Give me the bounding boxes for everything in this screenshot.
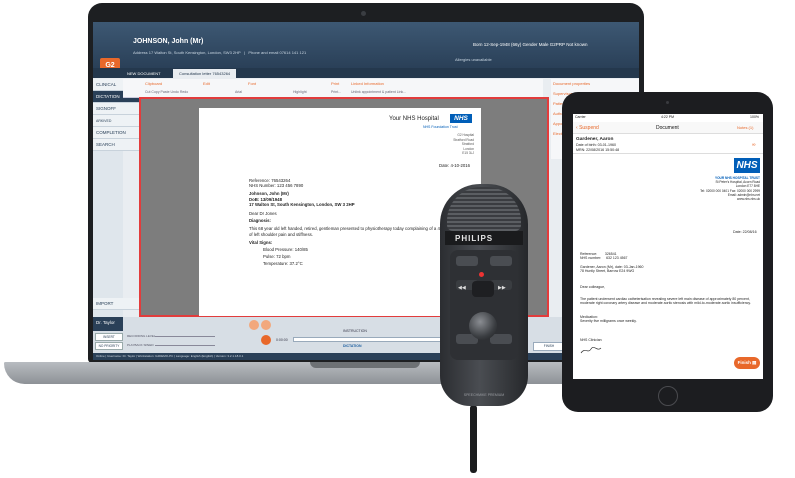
trackball[interactable]: [469, 312, 497, 340]
user-name: Dr. Taylor: [96, 320, 115, 325]
tab-consultation-letter[interactable]: Consultation letter 76543264: [173, 69, 237, 78]
link-icon[interactable]: ∞: [752, 142, 756, 148]
microphone-cable: [470, 405, 477, 473]
signature: [580, 346, 602, 354]
toolbar-linked[interactable]: Linked Information: [351, 81, 384, 86]
hospital-address: G2 Hospital Stratford Road Stratford London…: [453, 133, 474, 155]
philips-logo: PHILIPS: [455, 234, 494, 243]
laptop-screen: G2 JOHNSON, John (Mr) Address 17 Walton …: [93, 22, 639, 360]
letter-date: Date: 4-10-2016: [439, 163, 471, 168]
patient-mrn-tablet: MRN: 22/08/2016 15:50:48: [576, 148, 620, 152]
f2-button[interactable]: [490, 334, 512, 344]
status-text: Online | Username: Dr. Taylor | Workstat…: [96, 354, 244, 358]
document-icon: ▤: [752, 360, 757, 365]
nav-import[interactable]: IMPORT: [93, 298, 139, 310]
document-title: Document: [656, 125, 679, 131]
greeting-tablet: Dear colleague,: [580, 285, 606, 289]
suspend-button[interactable]: ‹ Suspend: [576, 125, 599, 131]
insert-button[interactable]: INSERT: [95, 333, 123, 341]
record-button[interactable]: [249, 320, 259, 330]
patient-address: Address 17 Walton St, South Kensington, …: [133, 50, 307, 55]
nav-arkived[interactable]: ARKIVED: [93, 115, 139, 127]
control-panel: [450, 250, 518, 360]
tablet-status-bar: Carrier 4:22 PM 100%: [575, 115, 759, 119]
nhs-logo-tablet: NHS: [734, 158, 760, 173]
highlight-button[interactable]: Highlight: [293, 90, 307, 94]
tablet-camera: [666, 101, 669, 104]
hospital-name: Your NHS Hospital: [389, 116, 439, 122]
patient-dob-tablet: Date of birth: 03-01-1960: [576, 143, 616, 147]
toolbar-print[interactable]: Print: [331, 81, 339, 86]
finish-button[interactable]: FINISH: [533, 342, 565, 351]
recording-level-slider[interactable]: [155, 336, 215, 337]
laptop-camera: [361, 11, 366, 16]
priority-button[interactable]: NO PRIORITY: [95, 342, 123, 350]
nav-signoff[interactable]: SIGNOFF: [93, 103, 139, 115]
trust-name: NHS Foundation Trust: [423, 125, 458, 129]
toolbar-clipboard-actions[interactable]: Cut Copy Paste Undo Redo: [145, 90, 188, 94]
record-indicator[interactable]: [479, 272, 484, 277]
rewind-icon: ◀◀: [458, 285, 466, 291]
allergies-status: Allergies unavailable: [455, 57, 492, 62]
instruction-label: INSTRUCTION: [343, 329, 367, 333]
speechmike-logo: SPEECHMIKE PREMIUM: [463, 393, 505, 397]
letter-date-tablet: Date: 22/08/16: [733, 230, 757, 234]
tab-new-document[interactable]: NEW DOCUMENT: [121, 69, 167, 78]
playback-speed-label: PLAYBACK SPEED: [127, 343, 154, 347]
patient-name: JOHNSON, John (Mr): [133, 38, 204, 45]
letter-body-tablet: The patient underwent cardiac catheteris…: [580, 297, 751, 306]
medication-block-tablet: Medication: Severity five milligrams onc…: [580, 315, 637, 324]
reference-block-tablet: Reference: 326541 NHS number: 632 123 45…: [580, 252, 628, 261]
pause-button[interactable]: [261, 320, 271, 330]
toolbar-font[interactable]: Font: [248, 81, 256, 86]
dictation-label: DICTATION: [343, 344, 362, 348]
signer-tablet: NHS Clinician: [580, 338, 602, 342]
trust-address-tablet: YOUR NHS HOSPITAL TRUST St Peter's Hospi…: [700, 176, 760, 202]
nav-search[interactable]: SEARCH: [93, 139, 139, 151]
patient-name-tablet: Gardener, Aaron: [576, 137, 614, 142]
nav-completion[interactable]: COMPLETION: [93, 127, 139, 139]
nhs-logo: NHS: [450, 114, 472, 123]
letter-header-block: Reference: 76543264 NHS Number: 123 456 …: [249, 178, 471, 267]
ins-ovr-button[interactable]: [490, 256, 512, 266]
toolbar-clipboard[interactable]: Clipboard: [145, 81, 162, 86]
finish-button-tablet[interactable]: Finish ▤: [734, 357, 760, 369]
play-button[interactable]: [261, 335, 271, 345]
panel-document-properties[interactable]: Document properties: [553, 81, 590, 86]
home-button[interactable]: [658, 386, 678, 406]
print-button[interactable]: Print...: [331, 90, 341, 94]
patient-born: Born 12-Sep-1948 (66y) Gender Male G2PRP…: [473, 42, 588, 47]
toolbar-edit[interactable]: Edit: [203, 81, 210, 86]
divider: [573, 153, 763, 154]
recording-level-label: RECORDING LEVEL: [127, 334, 156, 338]
eol-button[interactable]: [456, 256, 478, 266]
font-select[interactable]: Arial: [235, 90, 242, 94]
link-actions[interactable]: Unlink appointment & patient Link...: [351, 90, 406, 94]
forward-icon: ▶▶: [498, 285, 506, 291]
patient-block-tablet: Gardener, Aaron (Mr), date: 03-Jan-1960 …: [580, 265, 644, 274]
time-counter: 0:00:00: [276, 338, 288, 342]
play-stop-button[interactable]: [472, 281, 494, 297]
notes-button[interactable]: Notes (1): [737, 125, 753, 130]
playback-speed-slider[interactable]: [155, 345, 215, 346]
laptop-notch: [310, 362, 420, 368]
